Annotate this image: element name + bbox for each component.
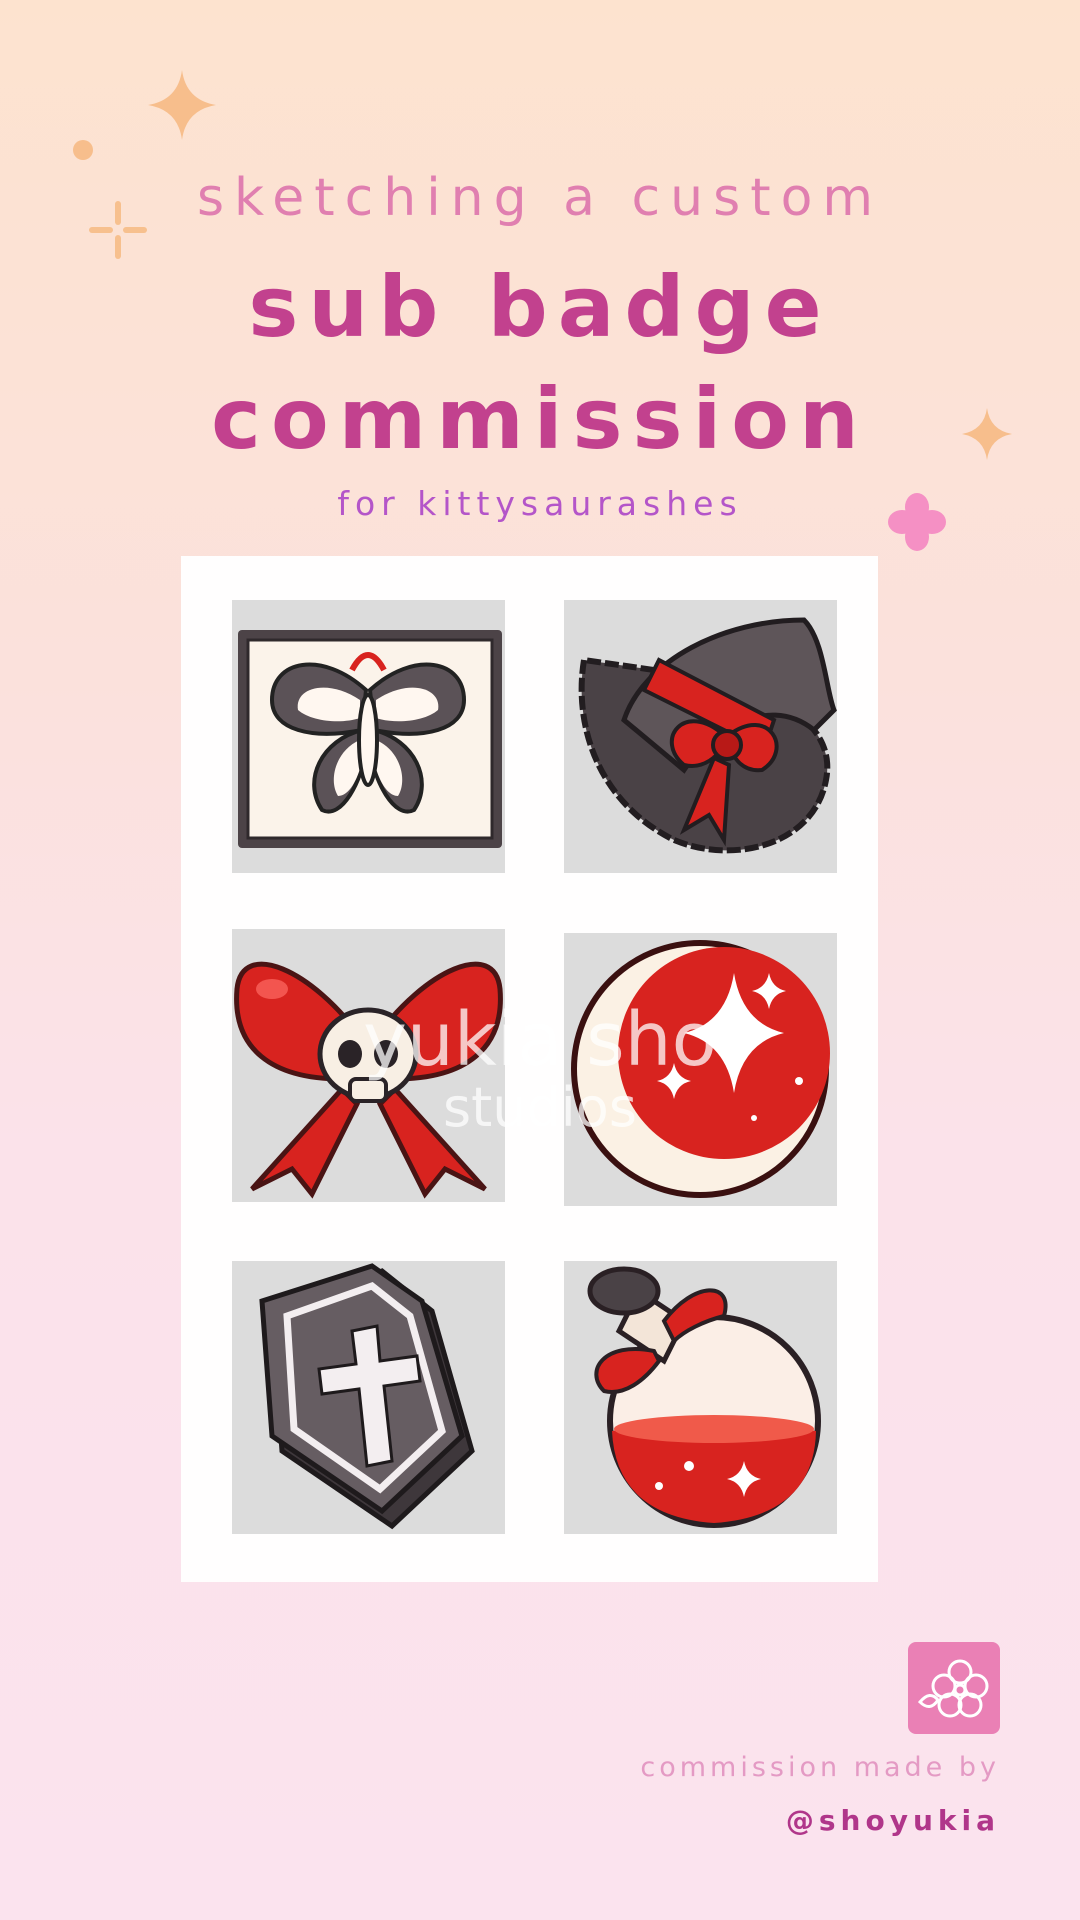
badge-tile-skull-bow [232,929,505,1202]
framed-butterfly-icon [238,630,502,848]
title-subheading: sketching a custom [196,168,884,228]
sparkle-large-icon [148,70,216,140]
client-subtitle: for kittysaurashes [337,484,743,523]
skull-bow-icon [234,961,503,1199]
credit-label: commission made by [640,1752,1000,1783]
badge-tile-witch-hat [564,600,837,873]
badge-tile-crescent-moon [564,933,837,1206]
potion-bottle-icon [587,1266,821,1528]
badge-tile-potion [564,1261,837,1534]
witch-hat-icon [578,617,837,854]
dot-icon [73,140,93,160]
badge-tile-butterfly [232,600,505,873]
coffin-cross-icon [259,1263,475,1530]
badge-sheet [181,556,878,1582]
page-title-line-2: commission [211,370,869,468]
page-title-line-1: sub badge [248,258,832,356]
creator-handle: @shoyukia [785,1804,1000,1837]
badge-tile-coffin [232,1261,505,1534]
crescent-moon-icon [571,940,830,1198]
sakura-logo-icon [908,1642,1000,1734]
